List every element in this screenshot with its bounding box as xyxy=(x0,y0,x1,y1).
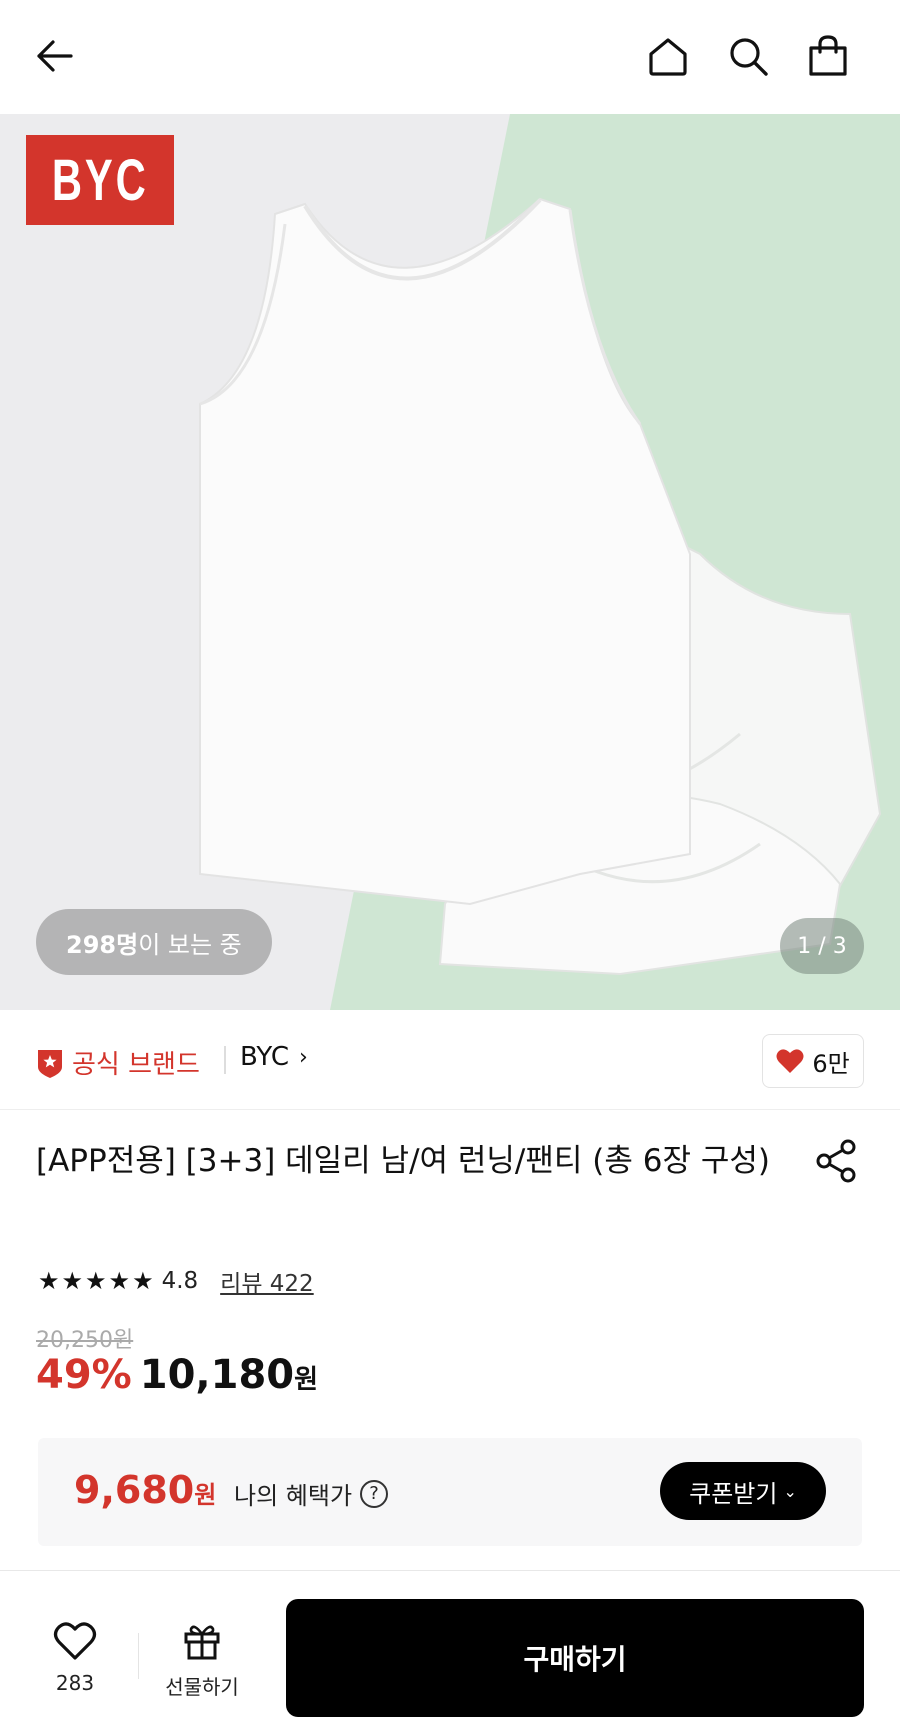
home-button[interactable] xyxy=(640,28,696,84)
star-icon: ★ xyxy=(61,1267,84,1295)
wishlist-button[interactable]: 283 xyxy=(44,1621,106,1701)
get-coupon-label: 쿠폰받기 xyxy=(689,1479,778,1508)
top-navigation-bar xyxy=(0,0,900,114)
sale-price-currency: 원 xyxy=(294,1365,319,1395)
discount-rate: 49% xyxy=(36,1352,132,1398)
cart-button[interactable] xyxy=(800,28,856,84)
gift-button[interactable]: 선물하기 xyxy=(160,1621,244,1701)
brand-like-button[interactable]: 6만 xyxy=(762,1034,864,1088)
gift-icon xyxy=(184,1625,220,1660)
chevron-down-icon: ⌄ xyxy=(783,1481,797,1501)
rating-row: ★ ★ ★ ★ ★ 4.8 리뷰 422 xyxy=(38,1264,314,1298)
official-brand-badge: 공식 브랜드 xyxy=(36,1044,200,1081)
arrow-left-icon xyxy=(37,40,73,72)
original-price: 20,250원 xyxy=(36,1328,134,1353)
heart-filled-icon xyxy=(776,1049,804,1073)
viewers-suffix: 이 보는 중 xyxy=(138,930,242,959)
search-button[interactable] xyxy=(720,28,776,84)
product-photo xyxy=(0,114,900,1010)
help-question-icon[interactable]: ? xyxy=(360,1479,389,1508)
official-brand-label: 공식 브랜드 xyxy=(72,1050,200,1080)
benefit-price-box: 9,680원 나의 혜택가 ? 쿠폰받기 ⌄ xyxy=(38,1438,862,1546)
product-image-carousel[interactable]: BYC 298명 이 보는 중 1 / 3 xyxy=(0,114,900,1010)
image-pager-indicator: 1 / 3 xyxy=(780,918,864,974)
brand-row: 공식 브랜드 BYC › 6만 xyxy=(0,1010,900,1110)
wishlist-count: 283 xyxy=(55,1671,95,1695)
share-icon xyxy=(816,1139,856,1183)
viewers-count: 298명 xyxy=(66,930,139,959)
star-icon: ★ xyxy=(38,1267,60,1295)
sale-price: 10,180 xyxy=(139,1352,295,1398)
rating-stars: ★ ★ ★ ★ ★ xyxy=(38,1267,156,1295)
rating-score: 4.8 xyxy=(161,1268,199,1294)
star-icon: ★ xyxy=(85,1267,107,1295)
brand-link[interactable]: BYC › xyxy=(240,1042,308,1072)
heart-outline-icon xyxy=(53,1622,97,1660)
star-icon: ★ xyxy=(132,1267,154,1295)
search-icon xyxy=(730,38,768,76)
gift-label: 선물하기 xyxy=(165,1675,239,1699)
back-button[interactable] xyxy=(26,28,82,84)
shopping-bag-icon xyxy=(809,35,847,76)
brand-logo: BYC xyxy=(26,135,174,225)
divider xyxy=(138,1633,139,1679)
star-icon: ★ xyxy=(108,1267,131,1295)
brand-like-count: 6만 xyxy=(812,1049,850,1078)
benefit-price-currency: 원 xyxy=(194,1481,217,1509)
share-button[interactable] xyxy=(812,1136,862,1186)
brand-name: BYC xyxy=(240,1042,290,1072)
get-coupon-button[interactable]: 쿠폰받기 ⌄ xyxy=(660,1462,826,1520)
chevron-right-icon: › xyxy=(299,1044,308,1070)
official-star-shield-icon xyxy=(38,1049,62,1078)
buy-button[interactable]: 구매하기 xyxy=(286,1599,864,1717)
bottom-action-bar: 283 선물하기 구매하기 xyxy=(0,1570,900,1722)
benefit-price: 9,680원 xyxy=(74,1468,216,1512)
review-link[interactable]: 리뷰 422 xyxy=(220,1264,314,1298)
brand-logo-text: BYC xyxy=(51,147,149,213)
benefit-price-value: 9,680 xyxy=(74,1468,195,1512)
divider xyxy=(224,1046,226,1074)
benefit-label-row: 나의 혜택가 ? xyxy=(234,1476,389,1511)
product-title: [APP전용] [3+3] 데일리 남/여 런닝/팬티 (총 6장 구성) xyxy=(36,1143,770,1179)
benefit-label: 나의 혜택가 xyxy=(234,1482,353,1510)
home-icon xyxy=(649,38,687,76)
live-viewers-badge: 298명 이 보는 중 xyxy=(36,909,272,975)
sale-price-row: 49% 10,180 원 xyxy=(36,1352,318,1398)
